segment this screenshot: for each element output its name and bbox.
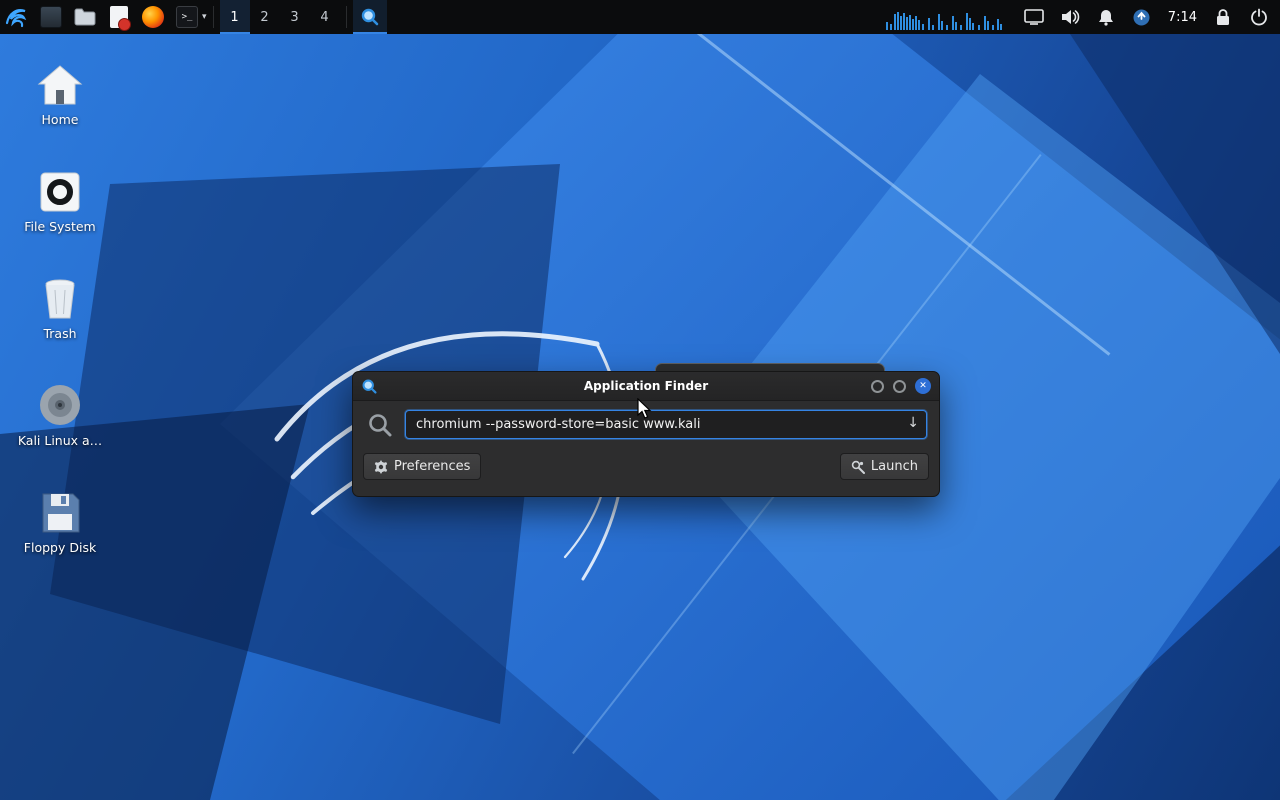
panel-separator: [346, 6, 347, 28]
file-manager-icon[interactable]: [71, 3, 99, 31]
display-icon[interactable]: [1021, 4, 1047, 30]
minimize-button[interactable]: [871, 380, 884, 393]
panel-tray: 7:14: [884, 0, 1280, 34]
titlebar[interactable]: Application Finder ✕: [353, 372, 939, 401]
search-row: ↓: [353, 401, 939, 445]
terminal-glyph-icon: >_: [176, 6, 198, 28]
notifications-icon[interactable]: [1093, 4, 1119, 30]
document-icon: [110, 6, 128, 28]
text-editor-icon[interactable]: [105, 3, 133, 31]
terminal-dropdown-chevron[interactable]: ▾: [202, 12, 207, 22]
workspace-1[interactable]: 1: [220, 0, 250, 34]
firefox-globe-icon: [142, 6, 164, 28]
lock-screen-icon[interactable]: [1210, 4, 1236, 30]
workspace-3[interactable]: 3: [280, 0, 310, 34]
status-updates-icon[interactable]: [1129, 4, 1155, 30]
window-icon: [40, 6, 62, 28]
trash-icon: [10, 270, 110, 320]
home-icon: [10, 56, 110, 106]
history-dropdown-icon[interactable]: ↓: [907, 415, 919, 431]
volume-icon[interactable]: [1057, 4, 1083, 30]
window-title: Application Finder: [353, 379, 939, 393]
power-glyph: [1250, 8, 1268, 26]
desktop-icon-home[interactable]: Home: [10, 56, 110, 127]
drive-icon: [10, 163, 110, 213]
terminal-icon[interactable]: >_: [173, 3, 201, 31]
folder-icon: [74, 8, 96, 26]
desktop-icon-label: File System: [10, 219, 110, 234]
cdrom-icon: [10, 377, 110, 427]
close-button[interactable]: ✕: [915, 378, 931, 394]
firefox-icon[interactable]: [139, 3, 167, 31]
top-panel: >_ ▾ 1 2 3 4: [0, 0, 1280, 34]
desktop-icon-kali-cdrom[interactable]: Kali Linux a…: [10, 377, 110, 448]
taskbar-application-finder[interactable]: [353, 0, 387, 34]
workspace-4[interactable]: 4: [310, 0, 340, 34]
panel-separator: [213, 6, 214, 28]
floppy-icon: [10, 484, 110, 534]
padlock-glyph: [1215, 8, 1231, 26]
kali-menu-icon[interactable]: [3, 3, 31, 31]
panel-launchers: >_ ▾ 1 2 3 4: [0, 0, 387, 34]
logout-icon[interactable]: [1246, 4, 1272, 30]
files-app-icon[interactable]: [37, 3, 65, 31]
update-glyph: [1132, 8, 1151, 27]
launch-label: Launch: [871, 459, 918, 474]
search-icon: [367, 412, 393, 438]
desktop-icon-label: Kali Linux a…: [10, 433, 110, 448]
launch-button[interactable]: Launch: [840, 453, 929, 480]
application-finder-window: Application Finder ✕ ↓ Preferences: [352, 371, 940, 497]
speaker-glyph: [1060, 8, 1080, 26]
desktop-icon-trash[interactable]: Trash: [10, 270, 110, 341]
desktop-icon-label: Trash: [10, 326, 110, 341]
window-title-icon: [361, 378, 378, 395]
preferences-button[interactable]: Preferences: [363, 453, 481, 480]
bell-glyph: [1097, 8, 1115, 26]
desktop-icon-label: Floppy Disk: [10, 540, 110, 555]
search-app-icon: [360, 7, 380, 27]
preferences-label: Preferences: [394, 459, 470, 474]
button-row: Preferences Launch: [353, 445, 939, 488]
desktop-icon-floppy[interactable]: Floppy Disk: [10, 484, 110, 555]
clock[interactable]: 7:14: [1168, 10, 1197, 25]
kali-logo: [5, 5, 29, 29]
cpu-graph-icon[interactable]: [884, 4, 1006, 30]
command-input[interactable]: [405, 410, 927, 439]
maximize-button[interactable]: [893, 380, 906, 393]
workspace-2[interactable]: 2: [250, 0, 280, 34]
desktop-icon-label: Home: [10, 112, 110, 127]
launch-icon: [851, 460, 865, 474]
desktop-icon-file-system[interactable]: File System: [10, 163, 110, 234]
screen-glyph: [1024, 9, 1044, 25]
gear-icon: [374, 460, 388, 474]
